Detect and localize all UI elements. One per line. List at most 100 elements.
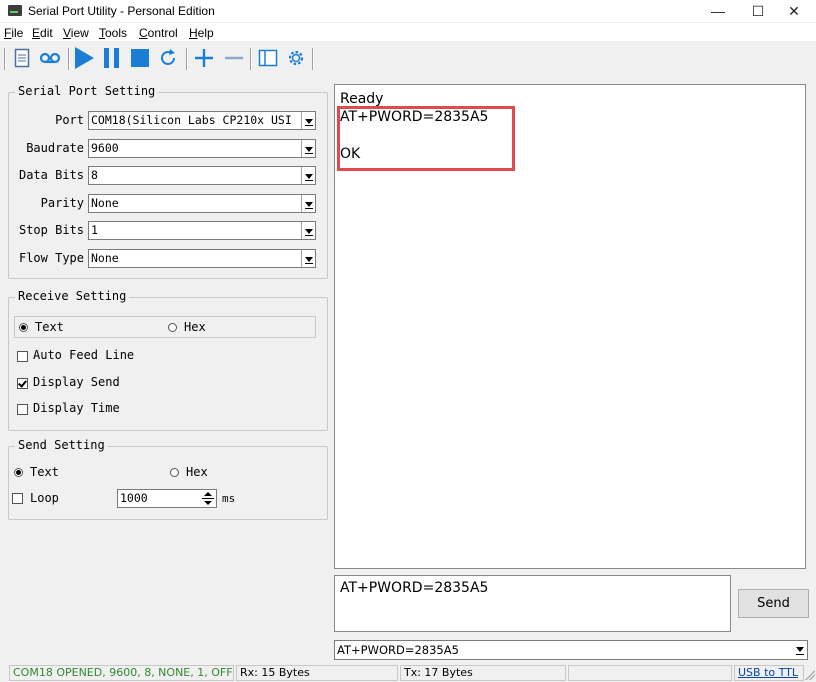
send-setting-group: Send Setting bbox=[8, 438, 328, 520]
send-history-select[interactable]: AT+PWORD=2835A5 bbox=[334, 640, 808, 660]
loop-label[interactable]: Loop bbox=[30, 491, 59, 505]
receive-hex-label[interactable]: Hex bbox=[184, 320, 206, 334]
stop-bits-select[interactable]: 1 bbox=[88, 221, 316, 240]
send-hex-label[interactable]: Hex bbox=[186, 465, 208, 479]
receive-setting-title: Receive Setting bbox=[15, 289, 130, 303]
send-text-radio[interactable] bbox=[14, 468, 23, 477]
chevron-down-icon[interactable] bbox=[301, 140, 315, 157]
data-bits-value: 8 bbox=[91, 168, 98, 182]
auto-feed-line-checkbox[interactable] bbox=[17, 351, 28, 362]
chevron-down-icon[interactable] bbox=[301, 112, 315, 129]
usb-to-ttl-link[interactable]: USB to TTL bbox=[734, 665, 804, 681]
settings-icon[interactable] bbox=[284, 46, 308, 70]
status-tx: Tx: 17 Bytes bbox=[400, 665, 566, 681]
flow-type-select[interactable]: None bbox=[88, 249, 316, 268]
baudrate-select[interactable]: 9600 bbox=[88, 139, 316, 158]
maximize-button[interactable]: ☐ bbox=[740, 0, 776, 22]
port-select[interactable]: COM18(Silicon Labs CP210x USI bbox=[88, 111, 316, 130]
toolbar bbox=[0, 42, 816, 74]
app-icon bbox=[8, 5, 22, 16]
play-icon[interactable] bbox=[72, 46, 96, 70]
status-bar: COM18 OPENED, 9600, 8, NONE, 1, OFF Rx: … bbox=[0, 664, 816, 682]
parity-value: None bbox=[91, 196, 119, 210]
menu-edit-key: E bbox=[32, 26, 41, 40]
record-icon[interactable] bbox=[38, 46, 62, 70]
parity-select[interactable]: None bbox=[88, 194, 316, 213]
menu-control-rest: ontrol bbox=[147, 26, 178, 40]
menu-file[interactable]: File bbox=[4, 26, 23, 40]
display-time-label[interactable]: Display Time bbox=[33, 401, 120, 415]
send-button[interactable]: Send bbox=[738, 589, 809, 618]
toolbar-separator bbox=[4, 48, 6, 70]
send-text-value: AT+PWORD=2835A5 bbox=[340, 580, 489, 596]
interval-unit: ms bbox=[222, 492, 236, 505]
receive-text-area[interactable]: Ready AT+PWORD=2835A5 OK bbox=[334, 84, 806, 569]
document-icon[interactable] bbox=[10, 46, 34, 70]
flow-type-label: Flow Type bbox=[18, 251, 84, 265]
menu-bar: File Edit View Tools Control Help bbox=[0, 23, 816, 41]
refresh-icon[interactable] bbox=[156, 46, 180, 70]
display-send-checkbox[interactable] bbox=[17, 378, 28, 389]
stop-bits-value: 1 bbox=[91, 223, 98, 237]
add-icon[interactable] bbox=[192, 46, 216, 70]
remove-icon[interactable] bbox=[222, 46, 246, 70]
send-text-area[interactable]: AT+PWORD=2835A5 bbox=[334, 575, 731, 632]
chevron-down-icon[interactable] bbox=[301, 222, 315, 239]
close-button[interactable]: ✕ bbox=[776, 0, 812, 22]
menu-edit[interactable]: Edit bbox=[32, 26, 53, 40]
data-bits-label: Data Bits bbox=[18, 168, 84, 182]
toolbar-separator bbox=[250, 48, 252, 70]
serial-port-setting-title: Serial Port Setting bbox=[15, 84, 159, 98]
minimize-button[interactable]: — bbox=[700, 0, 736, 22]
status-empty bbox=[568, 665, 732, 681]
menu-help-rest: elp bbox=[197, 26, 214, 40]
stop-icon[interactable] bbox=[128, 46, 152, 70]
receive-hex-radio[interactable] bbox=[168, 323, 177, 332]
loop-checkbox[interactable] bbox=[12, 493, 23, 504]
auto-feed-line-label[interactable]: Auto Feed Line bbox=[33, 348, 134, 362]
chevron-down-icon[interactable] bbox=[301, 195, 315, 212]
menu-tools-rest: ools bbox=[105, 26, 128, 40]
window-icon[interactable] bbox=[256, 46, 280, 70]
send-hex-radio[interactable] bbox=[170, 468, 179, 477]
toolbar-separator bbox=[68, 48, 70, 70]
chevron-down-icon[interactable] bbox=[301, 250, 315, 267]
menu-edit-rest: dit bbox=[40, 26, 53, 40]
chevron-down-icon[interactable] bbox=[793, 641, 807, 659]
menu-help-key: H bbox=[189, 26, 198, 40]
menu-help[interactable]: Help bbox=[189, 26, 214, 40]
interval-spinner[interactable] bbox=[200, 489, 216, 508]
receive-line-ready: Ready bbox=[340, 91, 384, 107]
baudrate-value: 9600 bbox=[91, 141, 119, 155]
chevron-down-icon[interactable] bbox=[301, 167, 315, 184]
toolbar-separator bbox=[312, 48, 314, 70]
menu-view-key: V bbox=[63, 26, 71, 40]
send-history-value: AT+PWORD=2835A5 bbox=[337, 643, 459, 657]
menu-control-key: C bbox=[139, 26, 148, 40]
port-value: COM18(Silicon Labs CP210x USI bbox=[91, 113, 292, 127]
stop-bits-label: Stop Bits bbox=[18, 223, 84, 237]
parity-label: Parity bbox=[40, 196, 84, 210]
baudrate-label: Baudrate bbox=[26, 141, 84, 155]
toolbar-separator bbox=[186, 48, 188, 70]
receive-text-label[interactable]: Text bbox=[35, 320, 64, 334]
resize-grip-icon[interactable] bbox=[805, 670, 815, 680]
menu-tools[interactable]: Tools bbox=[99, 26, 127, 40]
menu-control[interactable]: Control bbox=[139, 26, 178, 40]
display-send-label[interactable]: Display Send bbox=[33, 375, 120, 389]
pause-icon[interactable] bbox=[100, 46, 124, 70]
status-rx: Rx: 15 Bytes bbox=[236, 665, 398, 681]
highlight-box bbox=[337, 106, 515, 171]
loop-interval-value: 1000 bbox=[120, 491, 148, 505]
send-setting-title: Send Setting bbox=[15, 438, 108, 452]
data-bits-select[interactable]: 8 bbox=[88, 166, 316, 185]
status-connection: COM18 OPENED, 9600, 8, NONE, 1, OFF bbox=[9, 665, 234, 681]
window-title: Serial Port Utility - Personal Edition bbox=[28, 4, 215, 18]
receive-text-radio[interactable] bbox=[19, 323, 28, 332]
display-time-checkbox[interactable] bbox=[17, 404, 28, 415]
send-text-label[interactable]: Text bbox=[30, 465, 59, 479]
menu-file-rest: ile bbox=[11, 26, 24, 40]
menu-view[interactable]: View bbox=[63, 26, 89, 40]
port-label: Port bbox=[55, 113, 84, 127]
flow-type-value: None bbox=[91, 251, 119, 265]
